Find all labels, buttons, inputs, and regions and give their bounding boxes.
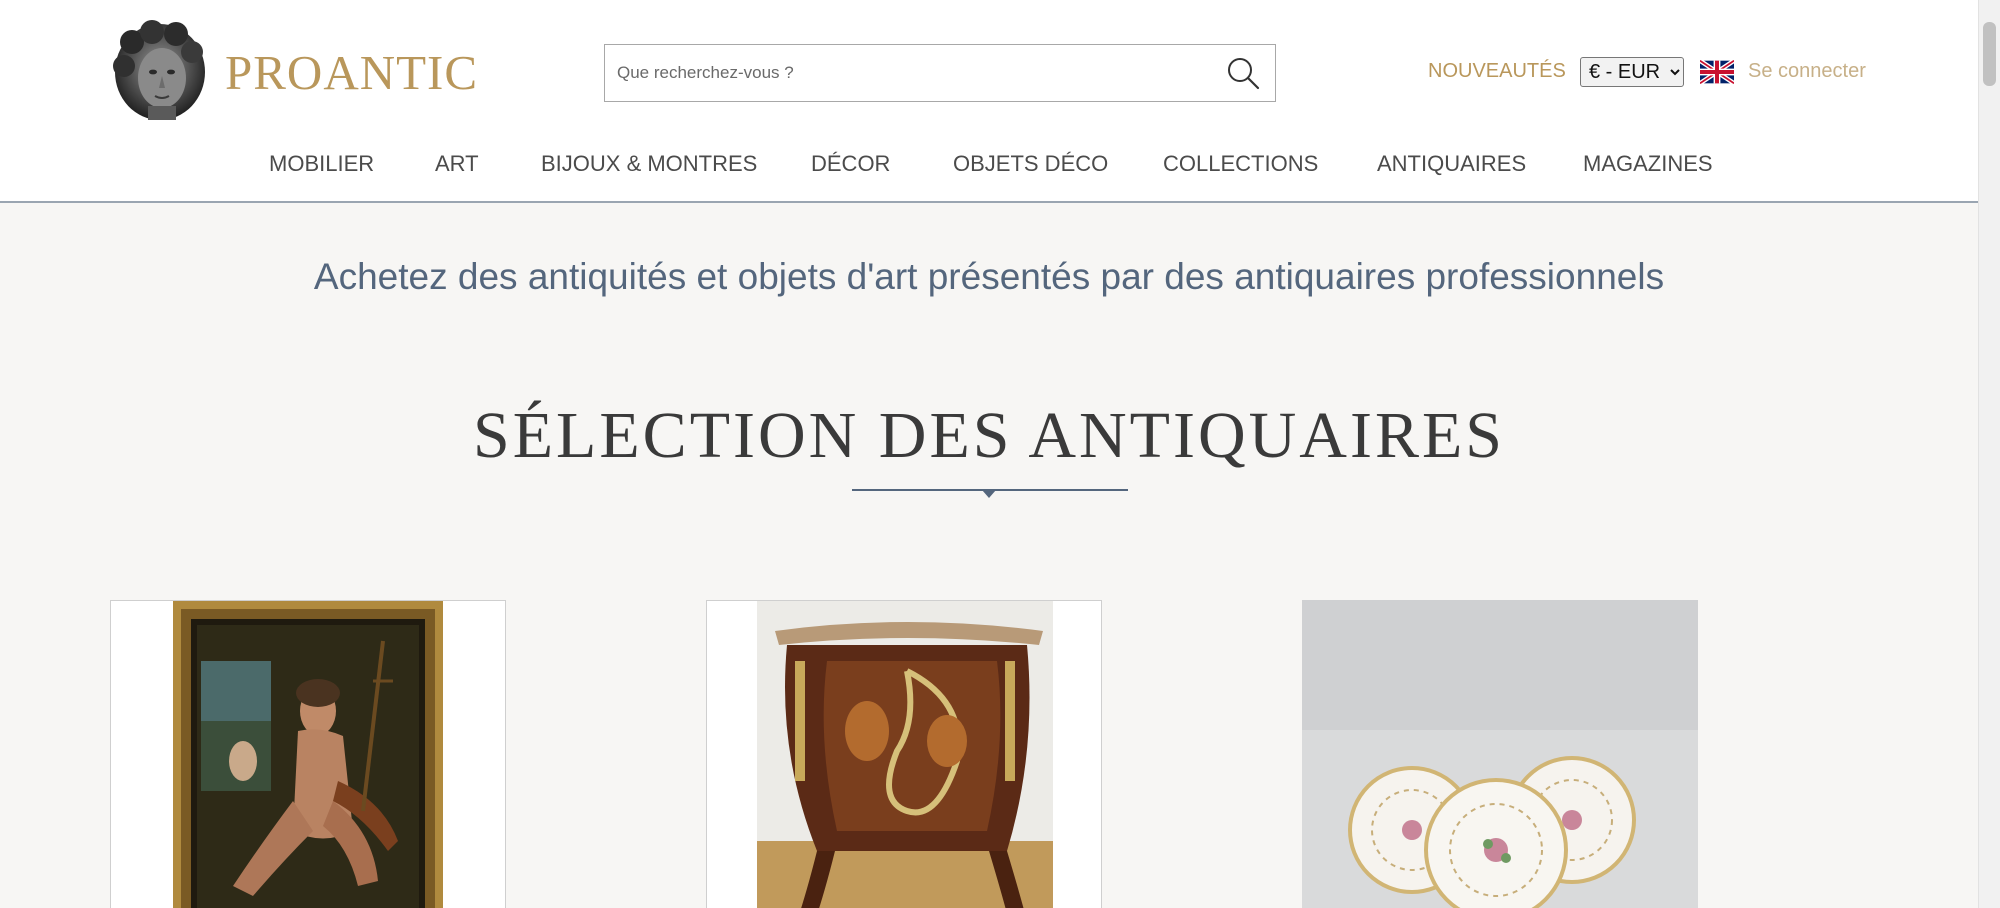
search-input[interactable] [617, 45, 1197, 101]
section-title: SÉLECTION DES ANTIQUAIRES [473, 399, 1505, 472]
currency-select[interactable]: € - EUR [1580, 57, 1684, 87]
search-icon[interactable] [1225, 55, 1261, 91]
nav-item-objets-deco[interactable]: OBJETS DÉCO [953, 151, 1108, 177]
site-header: PROANTIC NOUVEAUTÉS € - EUR Se connecter… [0, 0, 1978, 203]
nav-item-decor[interactable]: DÉCOR [811, 151, 890, 177]
sign-in-link[interactable]: Se connecter [1748, 60, 1866, 83]
nav-item-bijoux-montres[interactable]: BIJOUX & MONTRES [541, 151, 757, 177]
nav-item-antiquaires[interactable]: ANTIQUAIRES [1377, 151, 1526, 177]
commode-image [757, 601, 1053, 908]
nav-item-magazines[interactable]: MAGAZINES [1583, 151, 1713, 177]
nav-item-mobilier[interactable]: MOBILIER [269, 151, 374, 177]
main-nav: MOBILIER ART BIJOUX & MONTRES DÉCOR OBJE… [0, 151, 1978, 177]
brand-name[interactable]: PROANTIC [225, 44, 478, 101]
painting-image [173, 601, 443, 908]
plates-image [1302, 600, 1698, 908]
page-scrollbar[interactable] [1978, 0, 2000, 908]
logo-bust-icon[interactable] [110, 20, 210, 122]
nav-item-collections[interactable]: COLLECTIONS [1163, 151, 1318, 177]
nav-item-art[interactable]: ART [435, 151, 479, 177]
product-card-commode[interactable] [706, 600, 1102, 908]
new-arrivals-link[interactable]: NOUVEAUTÉS [1428, 60, 1566, 83]
scrollbar-thumb[interactable] [1983, 22, 1996, 86]
uk-flag-icon[interactable] [1700, 60, 1734, 84]
divider-arrow-icon [982, 490, 996, 498]
product-card-plates[interactable] [1302, 600, 1698, 908]
page-tagline: Achetez des antiquités et objets d'art p… [313, 256, 1665, 297]
search-bar [604, 44, 1276, 102]
product-card-painting[interactable] [110, 600, 506, 908]
